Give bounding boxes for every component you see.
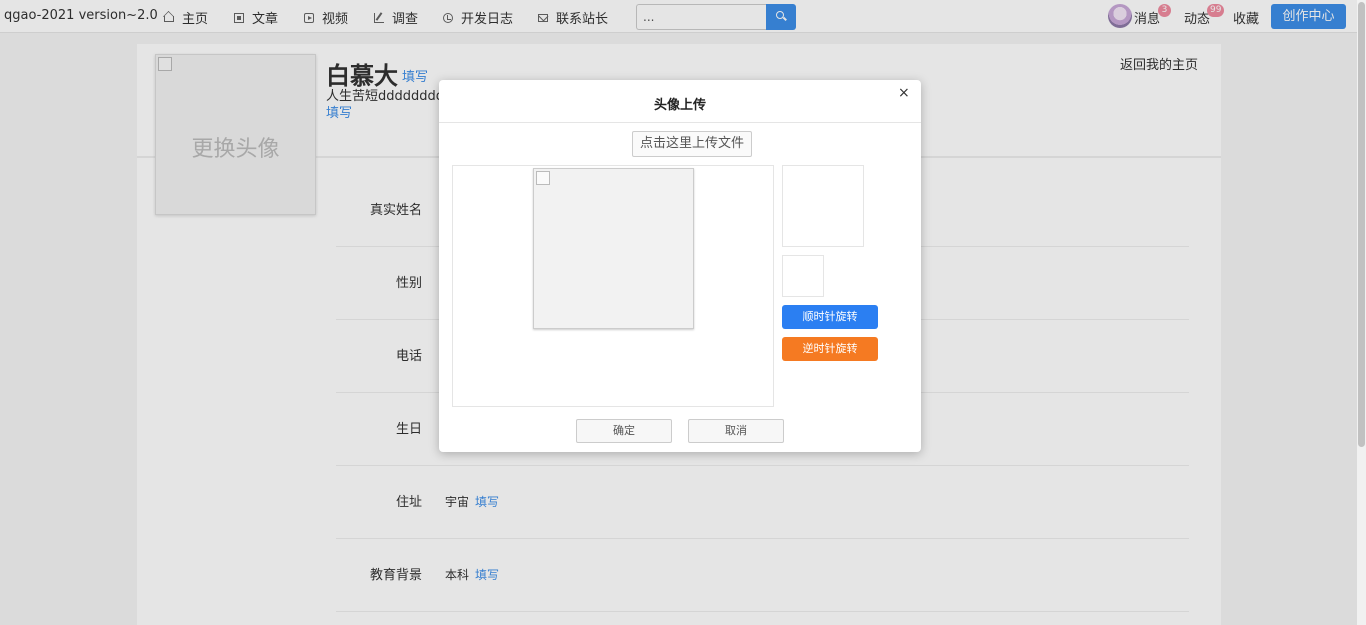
broken-image-icon	[536, 171, 550, 185]
scrollbar[interactable]	[1357, 0, 1366, 625]
rotate-counterclockwise-button[interactable]: 逆时针旋转	[782, 337, 878, 361]
preview-small	[782, 255, 824, 297]
preview-large	[782, 165, 864, 247]
confirm-button[interactable]: 确定	[576, 419, 672, 443]
close-icon[interactable]: ×	[898, 85, 910, 101]
avatar-upload-dialog: 头像上传 × 点击这里上传文件 顺时针旋转 逆时针旋转 确定 取消	[439, 80, 921, 452]
cancel-button[interactable]: 取消	[688, 419, 784, 443]
crop-image[interactable]	[533, 168, 694, 329]
scrollbar-thumb[interactable]	[1358, 2, 1365, 447]
upload-file-button[interactable]: 点击这里上传文件	[632, 131, 752, 157]
crop-area[interactable]	[452, 165, 774, 407]
dialog-title: 头像上传	[653, 98, 706, 113]
rotate-clockwise-button[interactable]: 顺时针旋转	[782, 305, 878, 329]
divider	[439, 122, 921, 123]
